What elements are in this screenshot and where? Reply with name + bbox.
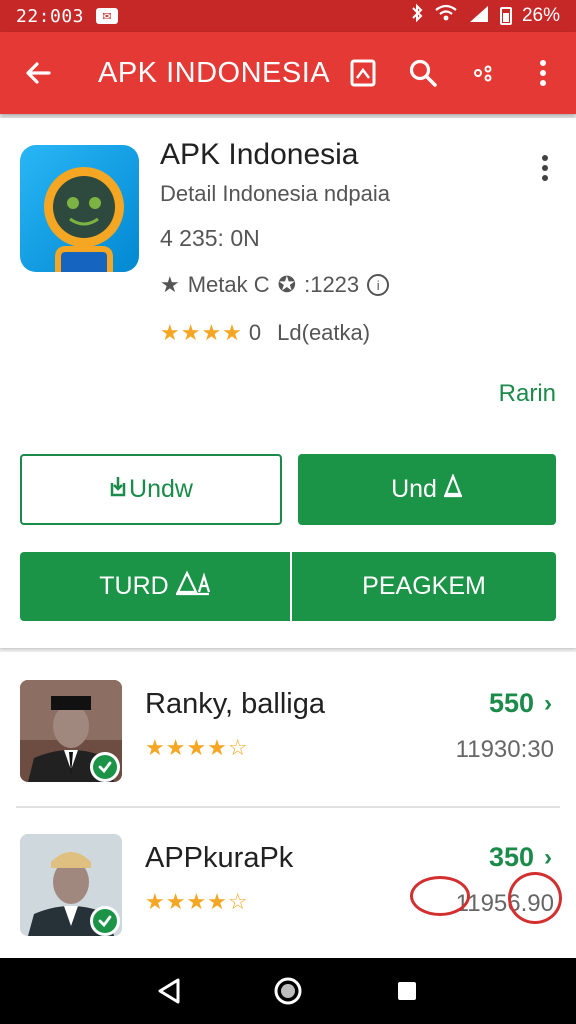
wide-left-label: TURD (99, 572, 169, 600)
bluetooth-icon (410, 3, 424, 29)
app-bar-title: APK INDONESIA (98, 56, 331, 89)
bookmark-icon[interactable] (338, 48, 388, 98)
app-size: 4 235: 0N (160, 225, 260, 251)
rating-label: Ld(eatka) (277, 320, 371, 345)
notification-icon: ✉ (96, 8, 119, 24)
list-item-price-value: 350 (488, 842, 534, 872)
home-circle-icon[interactable] (268, 971, 308, 1011)
list-item-count: 11930:30 (455, 736, 554, 763)
annotation-circle-left (410, 876, 470, 916)
list-item-price: 550 › (489, 688, 552, 719)
wifi-icon (434, 4, 458, 28)
app-rating-row: ★★★★ 0 Ld(eatka) (160, 320, 370, 346)
battery-icon (499, 7, 512, 25)
list-item[interactable]: APPkuraPk ★★★★☆ 350 › 11956.90 (0, 820, 576, 970)
wide-left-button[interactable]: TURD (20, 552, 290, 621)
back-triangle-icon[interactable] (149, 971, 189, 1011)
list-item-price: 350 › (489, 842, 552, 873)
list-item-price-value: 550 (488, 688, 534, 718)
more-vert-icon[interactable] (518, 48, 568, 98)
star-icon: ★ (160, 272, 180, 297)
list-item-stars: ★★★★☆ (145, 735, 249, 760)
status-icons: 26% (410, 3, 560, 29)
outline-button[interactable]: Undw (20, 454, 282, 525)
verified-icon (90, 906, 120, 936)
app-bar-actions (338, 48, 576, 98)
app-link[interactable]: Rarin (499, 380, 556, 408)
list-item[interactable]: Ranky, balliga ★★★★☆ 550 › 11930:30 (0, 666, 576, 816)
annotation-circle-right (508, 872, 562, 924)
badge-star-icon: ✪ (277, 272, 297, 297)
list-item-name: APPkuraPk (145, 842, 294, 874)
download-icon (109, 475, 127, 504)
meta-right: :1223 (304, 272, 360, 297)
install-icon (443, 472, 463, 505)
app-meta-row: ★ Metak C ✪ :1223 i (160, 272, 390, 298)
system-nav-bar (0, 958, 576, 1024)
wide-right-label: PEAGKEM (362, 572, 486, 600)
arrow-back-icon[interactable] (0, 32, 76, 114)
list-divider (16, 806, 560, 808)
app-title: APK Indonesia (160, 138, 359, 171)
fill-button[interactable]: Und (298, 454, 556, 525)
status-time: 22:003 (16, 5, 85, 27)
chevron-right-icon: › (544, 689, 552, 717)
warning-icon (175, 570, 211, 603)
share-icon[interactable] (458, 48, 508, 98)
app-bar: APK INDONESIA (0, 32, 576, 114)
meta-left: Metak C (187, 272, 270, 297)
battery-percent: 26% (521, 5, 560, 26)
info-icon[interactable]: i (367, 274, 390, 296)
list-item-name: Ranky, balliga (145, 688, 326, 720)
recents-square-icon[interactable] (387, 971, 427, 1011)
list-item-stars: ★★★★☆ (145, 889, 249, 914)
signal-icon (468, 4, 490, 28)
rating-stars: ★★★★ (160, 320, 243, 345)
status-bar: 22:003 ✉ 26% (0, 0, 576, 32)
wide-right-button[interactable]: PEAGKEM (292, 552, 556, 621)
fill-button-label: Und (391, 475, 437, 503)
chevron-right-icon: › (544, 843, 552, 871)
verified-icon (90, 752, 120, 782)
app-logo-icon (20, 145, 139, 272)
search-icon[interactable] (398, 48, 448, 98)
app-more-icon[interactable] (530, 148, 560, 188)
app-screen: 22:003 ✉ 26% APK INDONESIA APK Indonesia… (0, 0, 576, 1024)
outline-button-label: Undw (129, 475, 193, 503)
rating-value: 0 (248, 320, 262, 345)
app-subtitle: Detail Indonesia ndpaia (160, 181, 390, 206)
